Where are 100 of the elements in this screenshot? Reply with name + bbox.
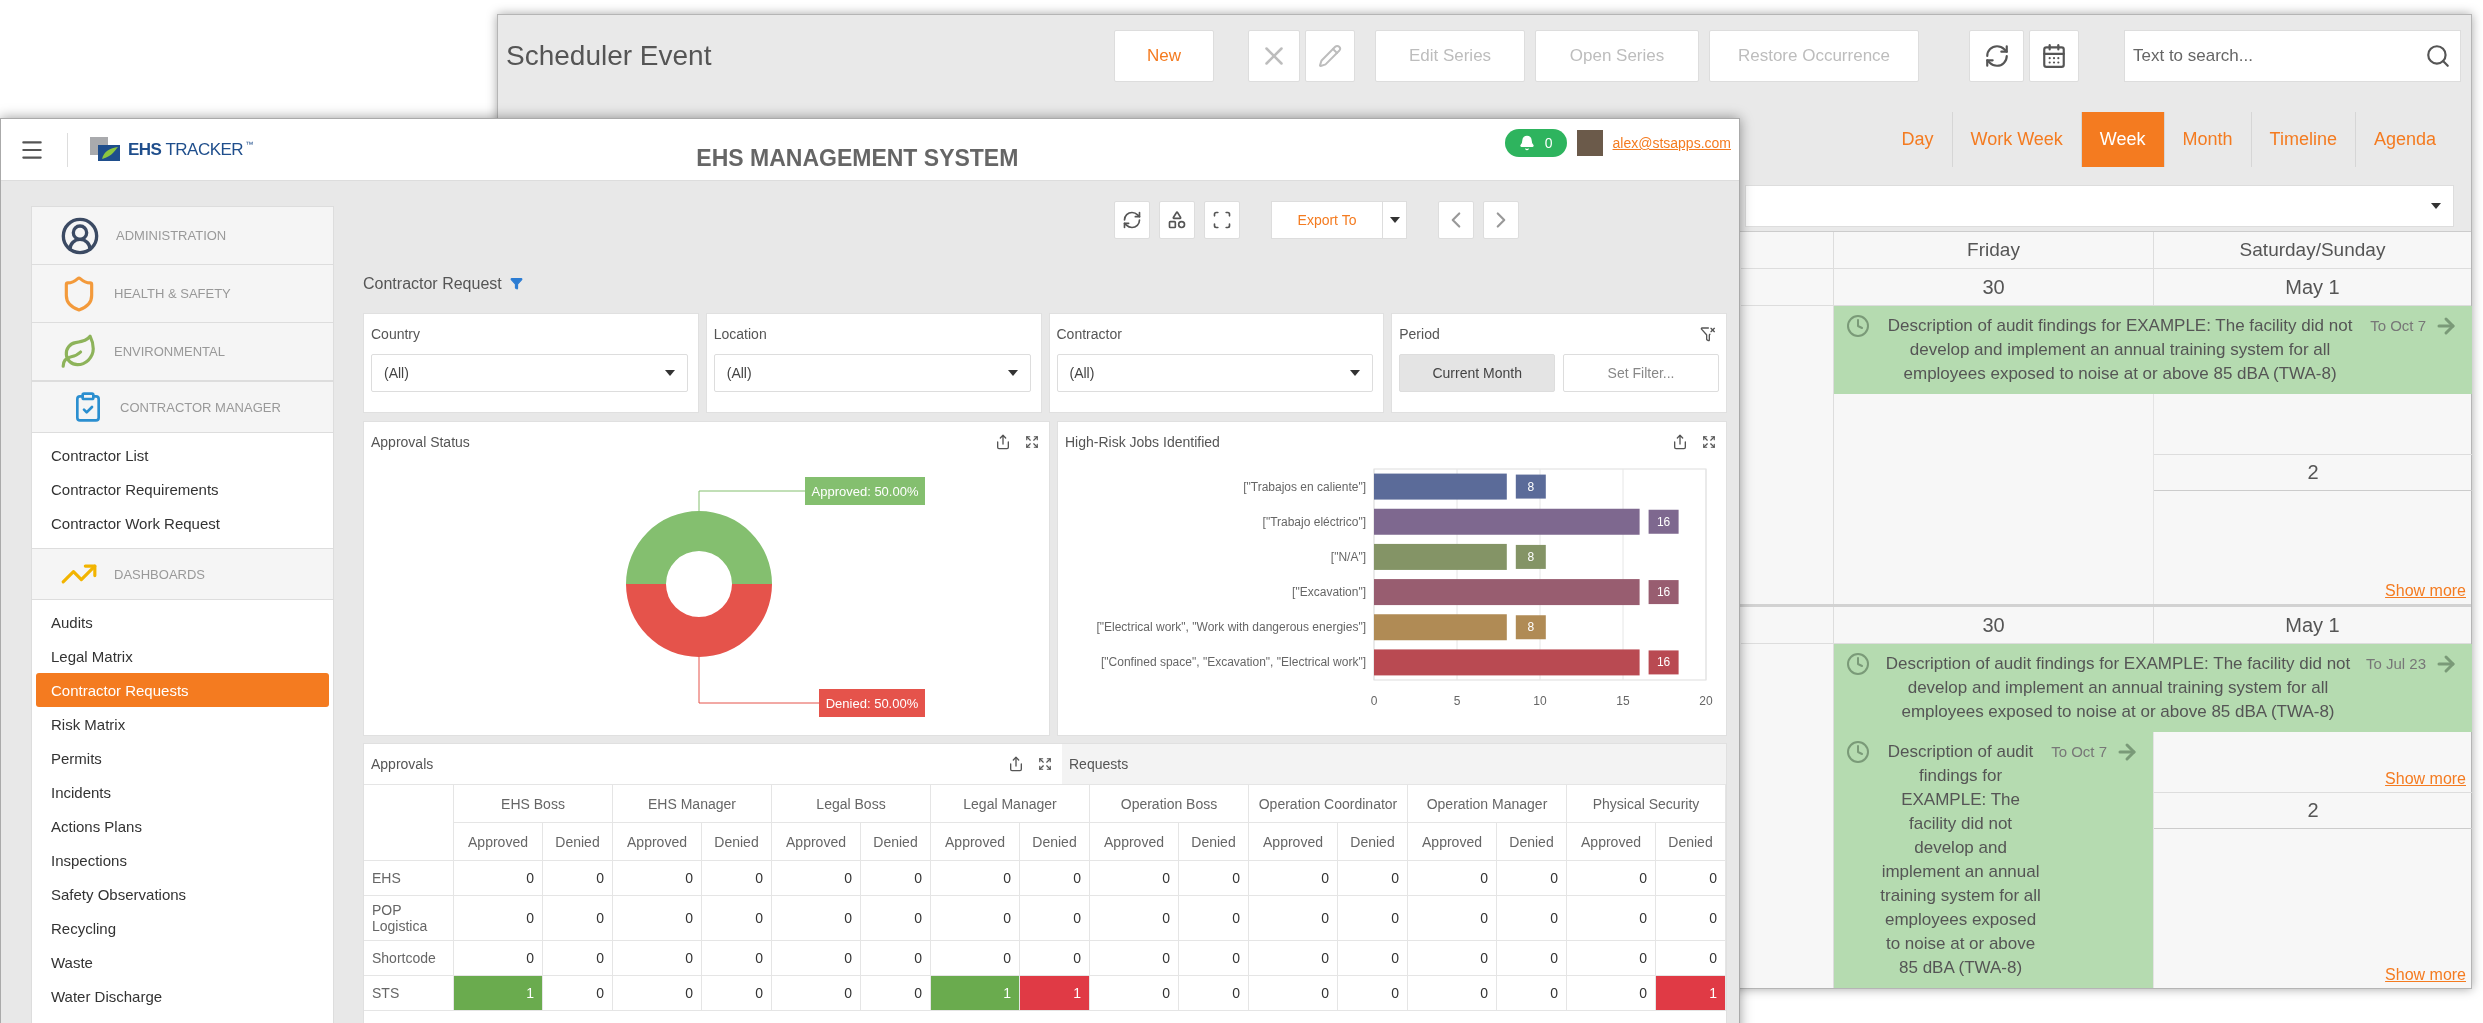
- table-cell: 0: [1497, 976, 1567, 1011]
- window-title: Scheduler Event: [506, 40, 713, 72]
- column-header: Denied: [1497, 823, 1567, 861]
- table-cell: 0: [543, 941, 613, 976]
- calendar-event[interactable]: Description of audit findings for EXAMPLE: The facility did not develop and implement an annual training system for all employees exposed to noise at or above 85 dBA (TWA-8) To Jul 23: [1834, 644, 2472, 732]
- expand-icon[interactable]: [1702, 434, 1716, 449]
- axis-tick-label: 15: [1616, 693, 1630, 708]
- sidebar-section[interactable]: CONTRACTOR MANAGER: [32, 381, 333, 433]
- user-email-link[interactable]: alex@stsapps.com: [1612, 135, 1731, 151]
- event-description: Description of audit findings for EXAMPLE: The facility did not develop and implement an annual training system for all employees exposed to noise at or above 85 dBA (TWA-8): [1884, 653, 2352, 723]
- sidebar-item[interactable]: Contractor List: [36, 438, 329, 472]
- column-header: Approved: [1090, 823, 1179, 861]
- table-cell: 0: [1408, 896, 1497, 941]
- category-label: ["Trabajos en caliente"]: [1243, 479, 1366, 494]
- avatar-placeholder: [1576, 130, 1603, 156]
- table-cell: 0: [1249, 941, 1338, 976]
- bar-value-label: 16: [1648, 650, 1679, 675]
- table-cell: 0: [1249, 976, 1338, 1011]
- axis-tick-label: 5: [1453, 693, 1461, 708]
- search-icon[interactable]: [2425, 43, 2451, 69]
- table-cell: 0: [543, 976, 613, 1011]
- table-cell: 0: [1408, 941, 1497, 976]
- show-more-link[interactable]: Show more: [2385, 770, 2466, 788]
- table-cell: 0: [1020, 896, 1090, 941]
- table-cell: 1: [1020, 976, 1090, 1011]
- table-cell: 0: [543, 861, 613, 896]
- fullscreen-button[interactable]: [1204, 201, 1240, 239]
- table-cell: 0: [702, 941, 772, 976]
- share-icon[interactable]: [994, 433, 1011, 450]
- expand-icon[interactable]: [1024, 434, 1039, 449]
- table-cell: 0: [702, 861, 772, 896]
- filter-icon[interactable]: [509, 277, 523, 290]
- row-header: EHS: [364, 861, 454, 896]
- show-more-link[interactable]: Show more: [2385, 966, 2466, 984]
- sidebar-item[interactable]: Audits: [36, 605, 329, 639]
- sidebar-item[interactable]: Contractor Requests: [36, 673, 329, 707]
- filter-dropdown[interactable]: (All): [1056, 354, 1374, 392]
- filter-dropdown[interactable]: (All): [371, 354, 688, 392]
- sidebar-item[interactable]: Water Discharge: [36, 979, 329, 1013]
- table-cell: 0: [1497, 941, 1567, 976]
- sidebar-item[interactable]: Permits: [36, 741, 329, 775]
- search-field[interactable]: Text to search...: [2124, 30, 2461, 82]
- panel-tab[interactable]: Approvals: [364, 744, 994, 784]
- filter-dropdown[interactable]: (All): [713, 354, 1031, 392]
- new-button[interactable]: New: [1114, 30, 1214, 82]
- sidebar-section[interactable]: DASHBOARDS: [32, 548, 333, 600]
- table-cell: 0: [613, 941, 702, 976]
- column-header: Approved: [613, 823, 702, 861]
- export-menu-button[interactable]: [1383, 201, 1407, 239]
- clock-icon: [1846, 314, 1870, 338]
- table-cell: 0: [1090, 861, 1179, 896]
- refresh-button[interactable]: [1114, 201, 1150, 239]
- refresh-button[interactable]: [1969, 30, 2024, 82]
- sidebar-item[interactable]: Contractor Work Request: [36, 506, 329, 540]
- data-label: 8: [1527, 479, 1535, 494]
- calendar-icon: [2041, 43, 2067, 69]
- table-cell: 0: [1497, 861, 1567, 896]
- table-cell: 0: [613, 861, 702, 896]
- date-cell: May 1: [2153, 269, 2471, 306]
- table-cell: 0: [1020, 861, 1090, 896]
- sidebar-item[interactable]: Recycling: [36, 911, 329, 945]
- chart-type-button[interactable]: [1159, 201, 1195, 239]
- sidebar-section[interactable]: ADMINISTRATION: [32, 207, 333, 265]
- date-cell: May 1: [2153, 607, 2471, 644]
- column-header: Denied: [1656, 823, 1726, 861]
- caret-icon: [1389, 217, 1400, 223]
- calendar-event[interactable]: Description of audit findings for EXAMPLE: The facility did not develop and implement an annual training system for all employees exposed to noise at or above 85 dBA (TWA-8) To Oct 7: [1834, 732, 2153, 988]
- clear-filter-icon[interactable]: [1700, 326, 1716, 342]
- export-button[interactable]: Export To: [1271, 201, 1383, 239]
- sidebar-item[interactable]: Waste: [36, 945, 329, 979]
- notifications-button[interactable]: 0: [1504, 129, 1567, 157]
- sidebar-item[interactable]: Safety Observations: [36, 877, 329, 911]
- calendar-button[interactable]: [2029, 30, 2079, 82]
- sidebar-item[interactable]: Risk Matrix: [36, 707, 329, 741]
- dashboard-title: Contractor Request: [363, 274, 502, 293]
- sidebar-section[interactable]: HEALTH & SAFETY: [32, 265, 333, 323]
- sidebar-item[interactable]: Actions Plans: [36, 809, 329, 843]
- column-group-header: Legal Boss: [772, 785, 931, 823]
- day-header: Friday: [1833, 232, 2153, 269]
- sidebar-item[interactable]: Incidents: [36, 775, 329, 809]
- table-cell: 0: [454, 861, 543, 896]
- bar-value-label: 8: [1515, 615, 1546, 639]
- expand-icon[interactable]: [1038, 757, 1052, 771]
- period-option[interactable]: Current Month: [1399, 354, 1556, 392]
- share-icon[interactable]: [1672, 433, 1688, 450]
- sidebar-item[interactable]: Contractor Requirements: [36, 472, 329, 506]
- data-label: 8: [1527, 549, 1535, 564]
- category-label: ["Excavation"]: [1292, 584, 1366, 599]
- caret-icon: [1007, 370, 1018, 376]
- clock-icon: [1846, 652, 1870, 676]
- period-option[interactable]: Set Filter...: [1563, 354, 1719, 392]
- calendar-event[interactable]: Description of audit findings for EXAMPLE: The facility did not develop and implement an annual training system for all employees exposed to noise at or above 85 dBA (TWA-8) To Oct 7: [1834, 306, 2472, 394]
- show-more-link[interactable]: Show more: [2385, 582, 2466, 600]
- sidebar-section[interactable]: ENVIRONMENTAL: [32, 323, 333, 381]
- share-icon[interactable]: [1008, 756, 1024, 772]
- sidebar-item[interactable]: Inspections: [36, 843, 329, 877]
- filter-label: Contractor: [1056, 326, 1123, 342]
- column-header: Denied: [702, 823, 772, 861]
- sidebar-item[interactable]: Legal Matrix: [36, 639, 329, 673]
- view-tab[interactable]: Week: [2080, 112, 2164, 167]
